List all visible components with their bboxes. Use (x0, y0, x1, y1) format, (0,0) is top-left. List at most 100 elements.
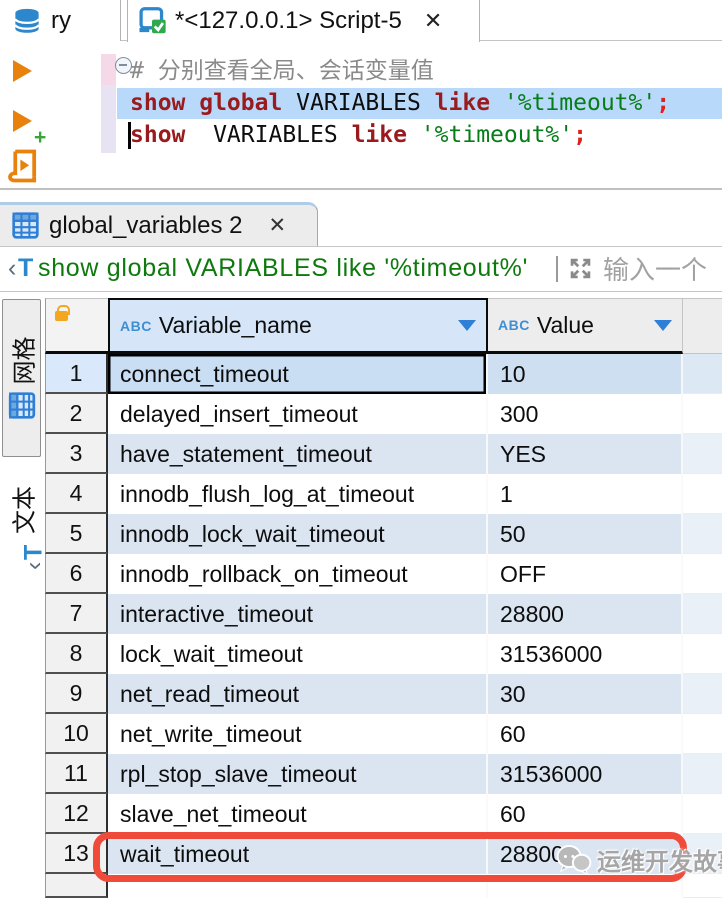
sql-identifier: VARIABLES (282, 90, 434, 116)
pane-divider[interactable] (0, 188, 722, 190)
sql-keyword: like (435, 90, 490, 116)
dbeaver-window: ry *<127.0.0.1> Script-5 ✕ # 分别查看全局、会话变量… (0, 0, 722, 898)
value-cell[interactable]: 31536000 (488, 634, 683, 674)
grid-icon (8, 393, 35, 420)
row-number[interactable]: 11 (45, 754, 108, 794)
empty-cell (683, 554, 722, 594)
variable-name-cell[interactable]: delayed_insert_timeout (108, 394, 488, 434)
empty-cell (683, 394, 722, 434)
column-header-variable-name[interactable]: ABC Variable_name (108, 298, 488, 354)
code-line-selected[interactable]: show global VARIABLES like '%timeout%'; (0, 88, 722, 119)
table-row[interactable]: 2delayed_insert_timeout300 (45, 394, 722, 434)
database-icon (13, 8, 41, 34)
row-number[interactable]: 9 (45, 674, 108, 714)
chat-bubbles-icon (556, 844, 592, 876)
side-tab-text-view[interactable]: 文本 (2, 472, 41, 584)
table-row[interactable]: 6innodb_rollback_on_timeoutOFF (45, 554, 722, 594)
value-cell[interactable]: 60 (488, 794, 683, 834)
sql-script-icon (137, 6, 167, 36)
table-row[interactable]: 12slave_net_timeout60 (45, 794, 722, 834)
sql-keyword: show (130, 122, 185, 148)
sql-editor[interactable]: # 分别查看全局、会话变量值 show global VARIABLES lik… (0, 42, 722, 188)
string-type-icon: ABC (120, 318, 152, 334)
variable-name-cell[interactable]: interactive_timeout (108, 594, 488, 634)
sql-comment: # 分别查看全局、会话变量值 (130, 58, 434, 84)
watermark-text: 运维开发故事 (597, 842, 722, 877)
chevron-down-icon[interactable] (654, 320, 672, 331)
results-tab[interactable]: global_variables 2 ✕ (0, 202, 318, 246)
variable-name-cell[interactable]: net_write_timeout (108, 714, 488, 754)
empty-cell (683, 754, 722, 794)
value-cell[interactable]: 300 (488, 394, 683, 434)
value-cell[interactable]: OFF (488, 554, 683, 594)
row-number[interactable]: 4 (45, 474, 108, 514)
tab-connection[interactable]: ry (0, 0, 121, 41)
code-line[interactable]: show VARIABLES like '%timeout%'; (0, 120, 722, 151)
table-row[interactable]: 8lock_wait_timeout31536000 (45, 634, 722, 674)
filter-query-text[interactable]: show global VARIABLES like '%timeout%' (38, 254, 528, 283)
string-type-icon: ABC (498, 317, 530, 333)
editor-tab-bar: ry *<127.0.0.1> Script-5 ✕ (0, 0, 722, 41)
row-number[interactable]: 8 (45, 634, 108, 674)
table-row[interactable]: 11rpl_stop_slave_timeout31536000 (45, 754, 722, 794)
column-header-label: Value (537, 312, 648, 339)
tab-script-editor[interactable]: *<127.0.0.1> Script-5 ✕ (127, 0, 480, 42)
empty-cell (683, 514, 722, 554)
sql-keyword: like (352, 122, 407, 148)
column-header-value[interactable]: ABC Value (488, 298, 683, 354)
table-row[interactable]: 9net_read_timeout30 (45, 674, 722, 714)
value-cell[interactable]: 1 (488, 474, 683, 514)
variable-name-cell[interactable]: lock_wait_timeout (108, 634, 488, 674)
table-row[interactable]: 4innodb_flush_log_at_timeout1 (45, 474, 722, 514)
column-header-label: Variable_name (159, 312, 452, 339)
text-cursor (128, 122, 131, 149)
tab-label: *<127.0.0.1> Script-5 (175, 7, 402, 35)
row-number[interactable]: 12 (45, 794, 108, 834)
value-cell[interactable]: YES (488, 434, 683, 474)
table-row[interactable]: 10net_write_timeout60 (45, 714, 722, 754)
variable-name-cell[interactable]: innodb_rollback_on_timeout (108, 554, 488, 594)
value-cell[interactable]: 28800 (488, 594, 683, 634)
close-icon[interactable]: ✕ (268, 213, 286, 238)
value-cell[interactable]: 10 (488, 354, 683, 394)
sql-delimiter: ; (573, 122, 587, 148)
row-number[interactable]: 10 (45, 714, 108, 754)
row-number[interactable]: 1 (45, 354, 108, 394)
variable-name-cell[interactable]: innodb_flush_log_at_timeout (108, 474, 488, 514)
variable-name-cell[interactable]: rpl_stop_slave_timeout (108, 754, 488, 794)
side-tab-label: 网格 (4, 337, 39, 385)
table-row[interactable]: 7interactive_timeout28800 (45, 594, 722, 634)
table-row[interactable]: 5innodb_lock_wait_timeout50 (45, 514, 722, 554)
table-row[interactable]: 3have_statement_timeoutYES (45, 434, 722, 474)
variable-name-cell[interactable]: connect_timeout (108, 354, 488, 394)
variable-name-cell[interactable]: net_read_timeout (108, 674, 488, 714)
row-number[interactable]: 3 (45, 434, 108, 474)
grid-icon (12, 212, 39, 239)
value-cell[interactable]: 31536000 (488, 754, 683, 794)
variable-name-cell[interactable]: have_statement_timeout (108, 434, 488, 474)
sql-identifier: VARIABLES (185, 122, 351, 148)
value-cell[interactable]: 60 (488, 714, 683, 754)
value-cell[interactable]: 30 (488, 674, 683, 714)
close-icon[interactable]: ✕ (424, 8, 442, 34)
maximize-icon[interactable] (567, 255, 594, 282)
row-number[interactable]: 6 (45, 554, 108, 594)
code-comment-line[interactable]: # 分别查看全局、会话变量值 (0, 56, 722, 87)
chevron-down-icon[interactable] (458, 320, 476, 331)
variable-name-cell[interactable]: innodb_lock_wait_timeout (108, 514, 488, 554)
value-cell[interactable]: 50 (488, 514, 683, 554)
execute-script-icon[interactable] (8, 148, 40, 184)
watermark: 运维开发故事 (556, 842, 722, 877)
empty-cell (683, 714, 722, 754)
sql-string: '%timeout%' (490, 90, 656, 116)
empty-cell (683, 354, 722, 394)
empty-cell (683, 434, 722, 474)
row-number[interactable]: 7 (45, 594, 108, 634)
row-number-header[interactable] (45, 298, 108, 354)
row-number[interactable]: 5 (45, 514, 108, 554)
table-row[interactable]: 1connect_timeout10 (45, 354, 722, 394)
row-number[interactable]: 2 (45, 394, 108, 434)
variable-name-cell[interactable]: slave_net_timeout (108, 794, 488, 834)
side-tab-grid-view[interactable]: 网格 (2, 299, 41, 457)
results-filter-bar[interactable]: show global VARIABLES like '%timeout%' 输… (0, 246, 722, 292)
